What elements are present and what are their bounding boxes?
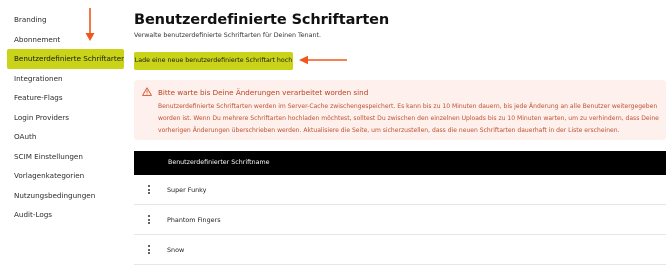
warning-triangle-icon — [142, 87, 152, 96]
alert-title: Bitte warte bis Deine Änderungen verarbe… — [158, 88, 369, 97]
sidebar: Branding Abonnement Benutzerdefinierte S… — [7, 10, 124, 225]
table-row: Snow — [134, 236, 666, 265]
sidebar-item-integrationen[interactable]: Integrationen — [7, 69, 124, 89]
sidebar-item-custom-fonts[interactable]: Benutzerdefinierte Schriftarten — [7, 49, 124, 69]
table-row: Phantom Fingers — [134, 206, 666, 235]
annotation-arrow-down — [85, 8, 95, 41]
sidebar-item-abonnement[interactable]: Abonnement — [7, 30, 124, 50]
kebab-menu-icon[interactable] — [146, 184, 152, 196]
font-name: Super Funky — [167, 186, 207, 194]
alert-body: Benutzerdefinierte Schriftarten werden i… — [158, 103, 659, 134]
sidebar-item-branding[interactable]: Branding — [7, 10, 124, 30]
sidebar-item-audit-logs[interactable]: Audit-Logs — [7, 205, 124, 225]
sidebar-item-feature-flags[interactable]: Feature-Flags — [7, 88, 124, 108]
kebab-menu-icon[interactable] — [146, 214, 152, 226]
font-name: Phantom Fingers — [167, 216, 221, 224]
fonts-table-header: Benutzerdefinierter Schriftname — [134, 151, 666, 175]
sidebar-item-scim-settings[interactable]: SCIM Einstellungen — [7, 147, 124, 167]
upload-font-button[interactable]: Lade eine neue benutzerdefinierte Schrif… — [134, 52, 293, 70]
annotation-arrow-left — [299, 55, 347, 65]
sidebar-item-login-providers[interactable]: Login Providers — [7, 108, 124, 128]
table-row: Super Funky — [134, 176, 666, 205]
column-header-font-name: Benutzerdefinierter Schriftname — [168, 159, 270, 166]
page-subtitle: Verwalte benutzerdefinierte Schriftarten… — [134, 32, 321, 39]
sidebar-item-oauth[interactable]: OAuth — [7, 127, 124, 147]
kebab-menu-icon[interactable] — [146, 244, 152, 256]
sidebar-item-terms-of-use[interactable]: Nutzungsbedingungen — [7, 186, 124, 206]
page-title: Benutzerdefinierte Schriftarten — [134, 12, 390, 28]
processing-alert: Bitte warte bis Deine Änderungen verarbe… — [134, 80, 666, 140]
font-name: Snow — [167, 246, 185, 254]
app-root: Branding Abonnement Benutzerdefinierte S… — [0, 0, 670, 271]
sidebar-item-template-categories[interactable]: Vorlagenkategorien — [7, 166, 124, 186]
